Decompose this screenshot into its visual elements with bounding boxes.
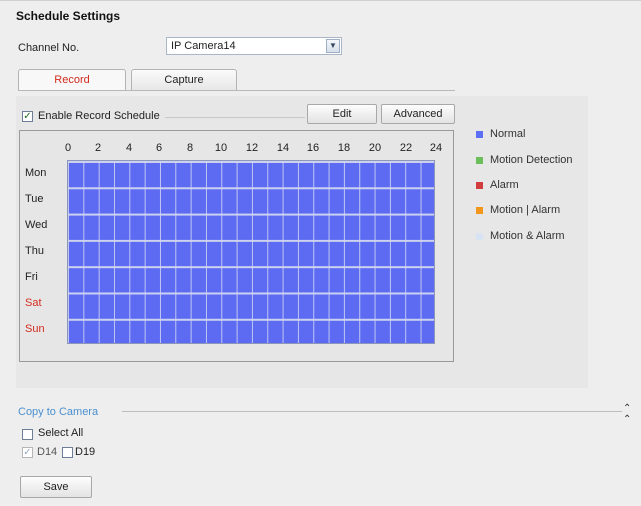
edit-button[interactable]: Edit [307, 104, 377, 124]
hour-label: 10 [214, 142, 228, 154]
tab-underline [18, 90, 455, 91]
hour-label: 6 [155, 142, 163, 154]
divider-line [165, 117, 305, 118]
day-label-wed: Wed [25, 219, 48, 231]
legend-label-motion-and-alarm: Motion & Alarm [490, 230, 565, 242]
legend-label-normal: Normal [490, 128, 526, 140]
legend-swatch-alarm [476, 182, 483, 189]
select-all-label: Select All [38, 427, 84, 439]
tab-capture[interactable]: Capture [131, 69, 237, 91]
select-all-checkbox[interactable] [22, 429, 33, 440]
camera-d19-label: D19 [75, 446, 96, 458]
save-button[interactable]: Save [20, 476, 92, 498]
top-divider [0, 0, 641, 1]
enable-record-schedule-label: Enable Record Schedule [38, 110, 160, 122]
day-label-sun: Sun [25, 323, 45, 335]
schedule-grid[interactable] [67, 160, 435, 344]
hour-label: 18 [337, 142, 351, 154]
hour-label: 20 [368, 142, 382, 154]
channel-label: Channel No. [18, 42, 80, 54]
camera-d14-checkbox: ✓ [22, 447, 33, 458]
channel-select[interactable]: IP Camera14 ▼ [166, 37, 342, 55]
hour-label: 16 [306, 142, 320, 154]
legend-swatch-motion-and-alarm [476, 233, 483, 240]
legend-label-motion-or-alarm: Motion | Alarm [490, 204, 561, 216]
double-chevron-up-icon[interactable]: ⌃ ⌃ [623, 403, 631, 425]
camera-d14-label: D14 [37, 446, 58, 458]
hour-label: 4 [125, 142, 133, 154]
page-title: Schedule Settings [16, 9, 121, 23]
hour-label: 12 [245, 142, 259, 154]
legend-label-alarm: Alarm [490, 179, 519, 191]
hour-label: 8 [186, 142, 194, 154]
legend-label-motion-detection: Motion Detection [490, 154, 573, 166]
legend-swatch-motion-detection [476, 157, 483, 164]
hour-label: 0 [64, 142, 72, 154]
legend-swatch-normal [476, 131, 483, 138]
advanced-button[interactable]: Advanced [381, 104, 455, 124]
camera-d19-checkbox[interactable] [62, 447, 73, 458]
hour-label: 14 [276, 142, 290, 154]
channel-select-value: IP Camera14 [171, 40, 236, 52]
day-label-mon: Mon [25, 167, 47, 179]
day-label-sat: Sat [25, 297, 42, 309]
hour-label: 2 [94, 142, 102, 154]
tab-record[interactable]: Record [18, 69, 126, 91]
copy-to-camera-label[interactable]: Copy to Camera [18, 406, 98, 418]
hour-label: 22 [399, 142, 413, 154]
legend-swatch-motion-or-alarm [476, 207, 483, 214]
hour-label: 24 [429, 142, 443, 154]
day-label-fri: Fri [25, 271, 38, 283]
enable-record-schedule-checkbox[interactable]: ✓ [22, 111, 33, 122]
chevron-down-icon[interactable]: ▼ [326, 39, 340, 53]
day-label-thu: Thu [25, 245, 44, 257]
day-label-tue: Tue [25, 193, 44, 205]
copy-divider [122, 411, 622, 412]
